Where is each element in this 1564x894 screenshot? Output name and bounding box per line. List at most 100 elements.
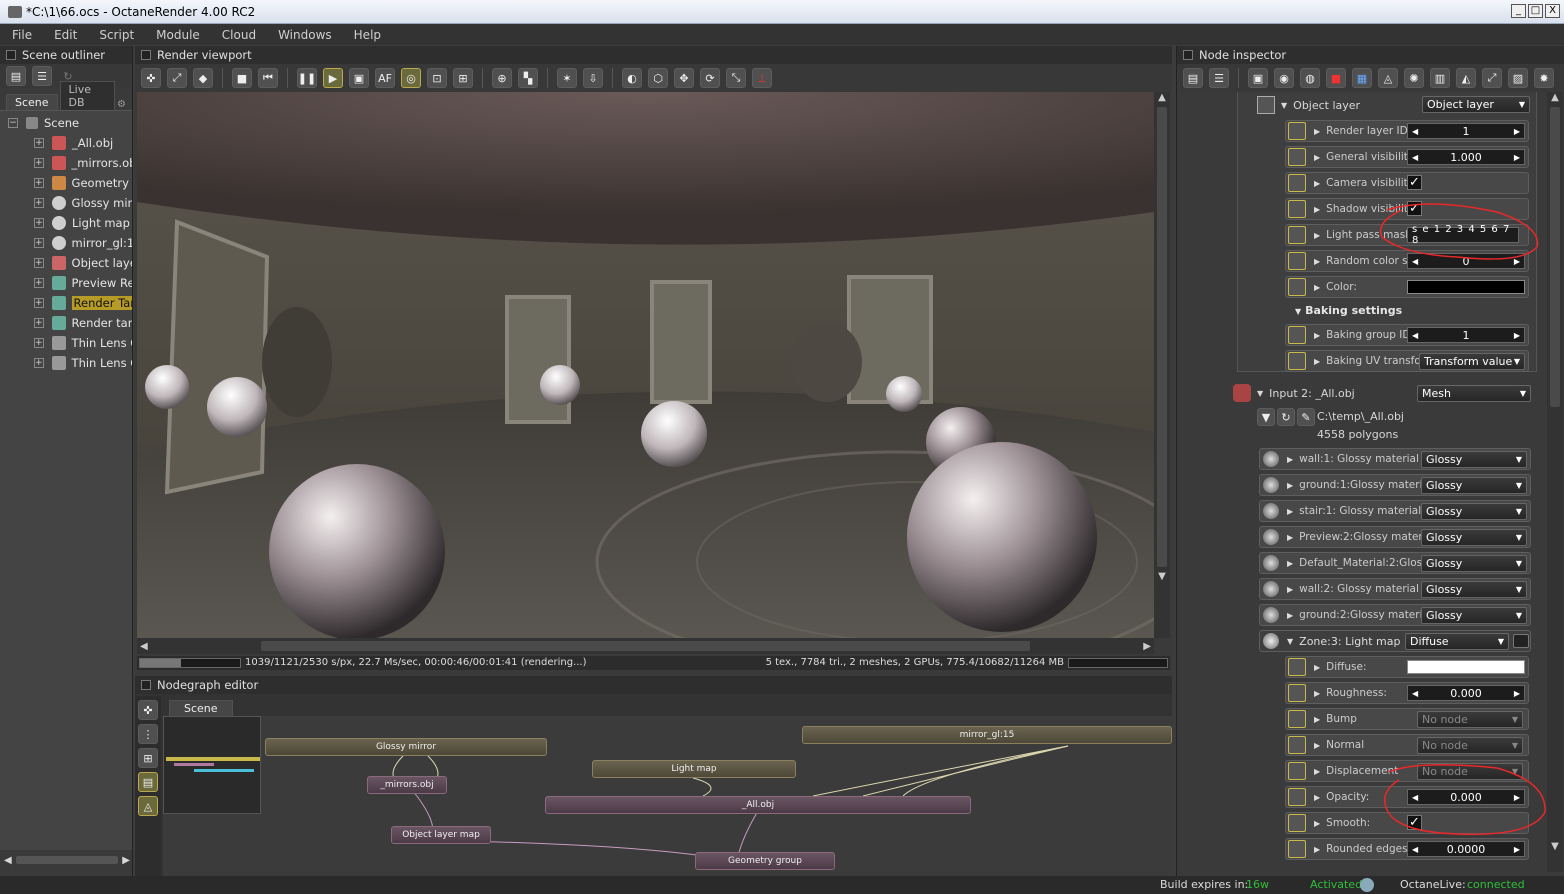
- color-swatch[interactable]: [1407, 280, 1525, 294]
- collapse-toggle[interactable]: −: [8, 118, 18, 128]
- scroll-right-icon[interactable]: ▶: [122, 855, 130, 866]
- expand-toggle[interactable]: +: [34, 158, 44, 168]
- pause-icon[interactable]: ❚❚: [297, 68, 317, 88]
- material-type-dropdown[interactable]: Glossy ▼: [1421, 451, 1527, 468]
- recenter-icon[interactable]: ✜: [138, 700, 158, 720]
- expand-toggle[interactable]: +: [34, 358, 44, 368]
- menu-module[interactable]: Module: [156, 28, 200, 42]
- decrement-icon[interactable]: ◀: [1412, 153, 1418, 162]
- camera-icon[interactable]: ◉: [1274, 68, 1294, 88]
- material-icon[interactable]: ◬: [1378, 68, 1398, 88]
- param-checkbox[interactable]: ✓: [1407, 201, 1422, 216]
- render-image[interactable]: [137, 92, 1154, 638]
- outliner-hscroll[interactable]: ◀ ▶: [4, 852, 130, 868]
- tree-item[interactable]: + Object layer: [0, 253, 132, 273]
- scroll-left-icon[interactable]: ◀: [140, 641, 148, 652]
- expand-toggle[interactable]: +: [34, 338, 44, 348]
- geometry-icon[interactable]: ▦: [1352, 68, 1372, 88]
- node-glossy-mirror[interactable]: Glossy mirror: [265, 738, 547, 756]
- param-spinbox[interactable]: ◀ 0 ▶: [1407, 253, 1525, 269]
- kernel-icon[interactable]: ✸: [1534, 68, 1554, 88]
- transform-icon[interactable]: ⤢: [1482, 68, 1502, 88]
- expand-arrow-icon[interactable]: ▶: [1287, 481, 1293, 490]
- scroll-track[interactable]: [15, 856, 119, 864]
- region-icon[interactable]: ⊡: [427, 68, 447, 88]
- tab-scene-graph[interactable]: Scene: [169, 700, 233, 716]
- scroll-down-icon[interactable]: ▼: [1547, 841, 1563, 852]
- expand-arrow-icon[interactable]: ▼: [1295, 307, 1301, 316]
- baking-settings-header[interactable]: ▼ Baking settings: [1295, 304, 1402, 317]
- expand-toggle[interactable]: +: [34, 218, 44, 228]
- close-button[interactable]: X: [1545, 4, 1560, 18]
- material-type-dropdown[interactable]: Glossy ▼: [1421, 607, 1527, 624]
- mesh-icon[interactable]: ◬: [138, 796, 158, 816]
- expand-arrow-icon[interactable]: ▼: [1281, 101, 1287, 110]
- stop-icon[interactable]: ■: [232, 68, 252, 88]
- decrement-icon[interactable]: ◀: [1412, 257, 1418, 266]
- realtime-icon[interactable]: ▣: [349, 68, 369, 88]
- material-picker-icon[interactable]: ◐: [622, 68, 642, 88]
- material-type-dropdown[interactable]: Glossy ▼: [1421, 581, 1527, 598]
- scroll-thumb[interactable]: [1550, 107, 1560, 407]
- menu-file[interactable]: File: [12, 28, 32, 42]
- decrement-icon[interactable]: ◀: [1412, 793, 1418, 802]
- param-spinbox[interactable]: ◀ 0.000 ▶: [1407, 685, 1525, 701]
- tree-root[interactable]: − Scene: [0, 113, 132, 133]
- expand-arrow-icon[interactable]: ▶: [1314, 205, 1320, 214]
- expand-arrow-icon[interactable]: ▶: [1287, 455, 1293, 464]
- expand-arrow-icon[interactable]: ▶: [1287, 611, 1293, 620]
- scroll-right-icon[interactable]: ▶: [1143, 641, 1151, 652]
- increment-icon[interactable]: ▶: [1514, 845, 1520, 854]
- expand-icon[interactable]: ▤: [1183, 68, 1203, 88]
- collapse-icon[interactable]: ☰: [32, 66, 52, 86]
- expand-arrow-icon[interactable]: ▼: [1287, 637, 1293, 646]
- film-region-icon[interactable]: ⊞: [453, 68, 473, 88]
- settings-icon[interactable]: ⚙: [117, 99, 126, 110]
- fit-icon[interactable]: ⊞: [138, 748, 158, 768]
- rotate-icon[interactable]: ⟳: [700, 68, 720, 88]
- baking-uv-dropdown[interactable]: Transform value ▼: [1419, 353, 1525, 370]
- expand-arrow-icon[interactable]: ▶: [1314, 179, 1320, 188]
- environment-icon[interactable]: ◍: [1300, 68, 1320, 88]
- object-icon[interactable]: ■: [1326, 68, 1346, 88]
- param-checkbox[interactable]: ✓: [1407, 175, 1422, 190]
- decrement-icon[interactable]: ◀: [1412, 845, 1418, 854]
- tree-item[interactable]: + Light map: [0, 213, 132, 233]
- preview-eye-icon[interactable]: [1513, 634, 1529, 648]
- scroll-left-icon[interactable]: ◀: [4, 855, 12, 866]
- nodegraph-canvas[interactable]: Glossy mirror _mirrors.obj Object layer …: [163, 716, 1172, 876]
- tree-item[interactable]: + Render targ: [0, 313, 132, 333]
- move-icon[interactable]: ✥: [674, 68, 694, 88]
- scroll-up-icon[interactable]: ▲: [1154, 92, 1170, 103]
- expand-arrow-icon[interactable]: ▶: [1314, 331, 1320, 340]
- param-spinbox[interactable]: ◀ 1 ▶: [1407, 123, 1525, 139]
- scale-icon[interactable]: ⤡: [726, 68, 746, 88]
- menu-script[interactable]: Script: [99, 28, 134, 42]
- scroll-up-icon[interactable]: ▲: [1547, 92, 1563, 103]
- expand-toggle[interactable]: +: [34, 198, 44, 208]
- tab-scene[interactable]: Scene: [6, 94, 58, 110]
- zone-type-dropdown[interactable]: Diffuse ▼: [1405, 633, 1509, 650]
- render-target-icon[interactable]: ▣: [1248, 68, 1268, 88]
- object-layer-dropdown[interactable]: Object layer ▼: [1422, 96, 1530, 113]
- increment-icon[interactable]: ▶: [1514, 689, 1520, 698]
- decal-icon[interactable]: ▚: [518, 68, 538, 88]
- param-dropdown[interactable]: No node ▼: [1417, 763, 1523, 780]
- wrench-icon[interactable]: ✎: [1297, 408, 1315, 426]
- node-geometry-group[interactable]: Geometry group: [695, 852, 835, 870]
- expand-arrow-icon[interactable]: ▶: [1314, 845, 1320, 854]
- render-target-icon[interactable]: ▤: [138, 772, 158, 792]
- increment-icon[interactable]: ▶: [1514, 331, 1520, 340]
- image-icon[interactable]: ▨: [1508, 68, 1528, 88]
- expand-toggle[interactable]: +: [34, 278, 44, 288]
- expand-arrow-icon[interactable]: ▶: [1314, 663, 1320, 672]
- expand-arrow-icon[interactable]: ▶: [1287, 585, 1293, 594]
- maximize-button[interactable]: □: [1528, 4, 1543, 18]
- increment-icon[interactable]: ▶: [1514, 257, 1520, 266]
- expand-toggle[interactable]: +: [34, 258, 44, 268]
- expand-arrow-icon[interactable]: ▶: [1314, 283, 1320, 292]
- decrement-icon[interactable]: ◀: [1412, 331, 1418, 340]
- expand-arrow-icon[interactable]: ▶: [1314, 257, 1320, 266]
- medium-icon[interactable]: ◭: [1456, 68, 1476, 88]
- cube-color-icon[interactable]: ◆: [193, 68, 213, 88]
